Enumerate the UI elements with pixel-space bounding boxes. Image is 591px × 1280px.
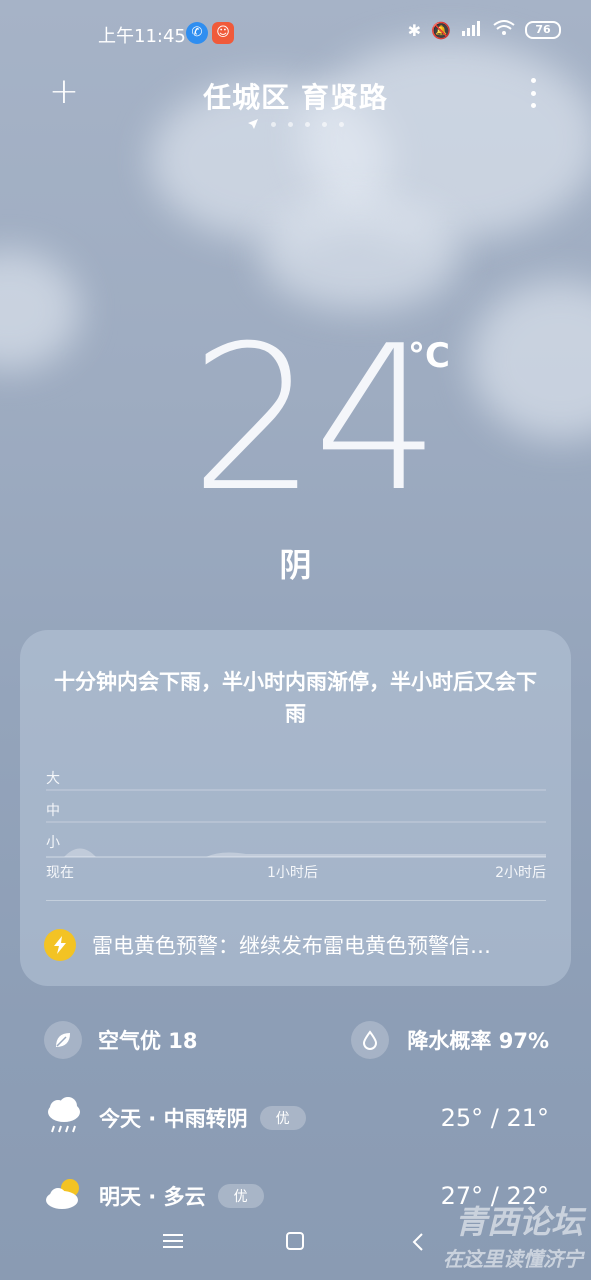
signal-icon [461,20,483,40]
time-label-now: 现在 [46,865,74,881]
back-nav-button[interactable] [412,1232,424,1256]
forecast-day: 明天 · 多云 [99,1185,206,1209]
wifi-icon [493,20,515,40]
page-indicator [0,118,591,130]
status-bar: 上午11:45 ✆ ☺ ✱ 🔕 76 [0,0,591,68]
time-label-1h: 1小时后 [267,865,318,881]
watermark-logo: 青西论坛 [454,1203,583,1241]
top-bar: + 任城区 育贤路 [0,68,591,138]
lightning-icon [44,929,76,961]
rain-forecast-card[interactable]: 十分钟内会下雨，半小时内雨渐停，半小时后又会下雨 大 中 小 现在 1小时后 2… [20,630,571,986]
battery-indicator: 76 [525,21,561,39]
page-dot [339,121,344,127]
status-time: 上午11:45 [98,26,186,47]
leaf-icon [44,1021,82,1059]
forecast-row[interactable]: 今天 · 中雨转阴 优 25° / 21° [44,1094,549,1142]
more-options-button[interactable] [527,78,539,108]
aqi-badge: 优 [217,1184,264,1208]
menu-nav-button[interactable] [163,1232,183,1254]
precipitation-chart: 大 中 小 现在 1小时后 2小时后 [46,760,546,881]
app-notification-icon: ☺ [212,22,234,44]
alert-text: 雷电黄色预警：继续发布雷电黄色预警信… [92,934,491,958]
time-label-2h: 2小时后 [495,865,546,881]
current-temperature: 24 [190,303,440,536]
page-dot [305,121,310,127]
weather-condition: 阴 [279,546,312,584]
temperature-unit: °C [408,336,450,376]
mute-icon: 🔕 [431,20,451,40]
page-dot [288,121,293,127]
card-divider [46,900,546,901]
home-nav-button[interactable] [286,1232,304,1254]
forum-watermark: 青西论坛 在这里读懂济宁 [443,1197,583,1272]
bluetooth-icon: ✱ [407,20,422,40]
location-arrow-icon [248,119,258,129]
location-title[interactable]: 任城区 育贤路 [0,76,591,116]
air-quality[interactable]: 空气优 18 [98,1025,198,1055]
watermark-slogan: 在这里读懂济宁 [443,1247,583,1271]
page-dot [322,121,327,127]
weather-alert[interactable]: 雷电黄色预警：继续发布雷电黄色预警信… [44,925,549,965]
phone-app-icon: ✆ [186,22,208,44]
water-drop-icon [351,1021,390,1059]
partly-cloudy-icon [44,1174,84,1218]
page-dot [271,121,276,127]
forecast-day: 今天 · 中雨转阴 [99,1107,248,1131]
aqi-badge: 优 [259,1106,306,1130]
precipitation-probability[interactable]: 降水概率 97% [407,1025,549,1055]
forecast-temps: 25° / 21° [440,1104,549,1132]
metrics-row: 空气优 18 降水概率 97% [44,1016,549,1064]
rain-summary: 十分钟内会下雨，半小时内雨渐停，半小时后又会下雨 [54,670,537,726]
rain-cloud-icon [44,1096,84,1140]
